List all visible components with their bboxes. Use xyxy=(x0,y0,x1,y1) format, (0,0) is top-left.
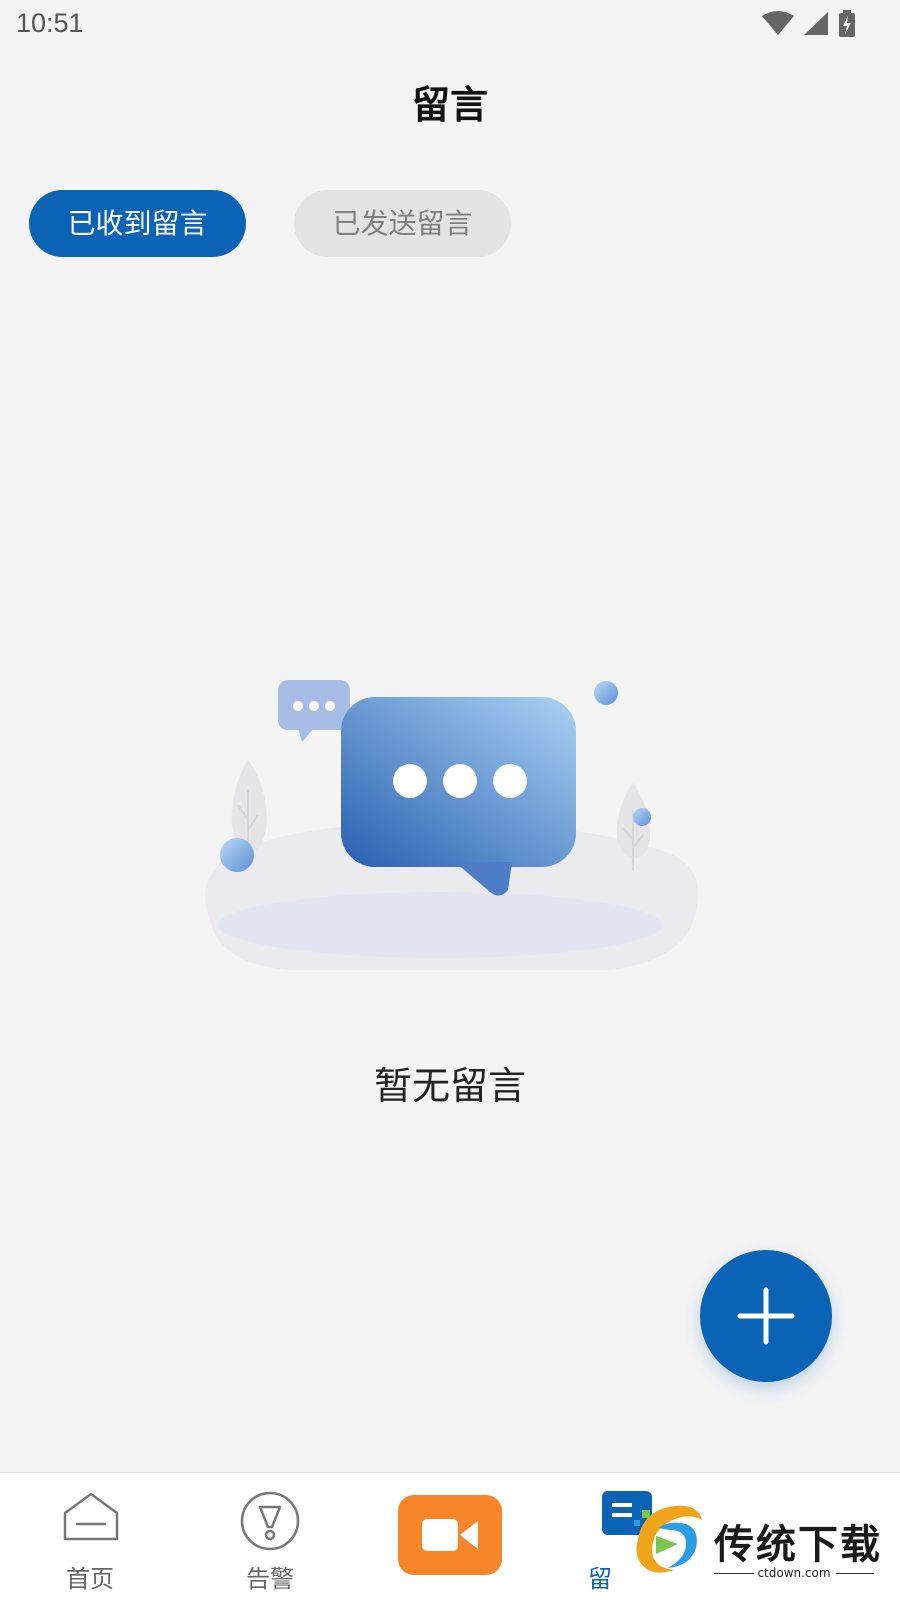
add-message-button[interactable] xyxy=(700,1250,832,1382)
status-icons xyxy=(762,9,856,39)
page-title: 留言 xyxy=(411,83,488,127)
alarm-icon xyxy=(240,1491,300,1551)
status-time: 10:51 xyxy=(16,8,84,38)
watermark-title: 传统下载 xyxy=(714,1522,882,1568)
status-bar: 10:51 xyxy=(0,0,900,52)
watermark-logo: 传统下载 ctdown.com xyxy=(630,1500,890,1600)
nav-item-home[interactable]: 首页 xyxy=(0,1473,180,1600)
tab-received-messages[interactable]: 已收到留言 xyxy=(29,190,246,257)
plus-icon xyxy=(737,1287,795,1345)
video-camera-icon xyxy=(398,1495,502,1575)
watermark-emblem-icon xyxy=(634,1505,702,1573)
battery-icon xyxy=(839,10,855,37)
nav-label-home: 首页 xyxy=(66,1565,114,1593)
empty-messages-illustration xyxy=(205,680,699,970)
tab-sent-messages[interactable]: 已发送留言 xyxy=(294,190,511,257)
home-icon xyxy=(63,1492,119,1541)
cell-signal-icon xyxy=(804,12,828,35)
nav-label-alarm: 告警 xyxy=(246,1565,294,1593)
nav-item-alarm[interactable]: 告警 xyxy=(180,1473,360,1600)
empty-state-text: 暂无留言 xyxy=(373,1064,526,1108)
wifi-icon xyxy=(762,11,794,35)
watermark-divider-right xyxy=(836,1573,874,1574)
